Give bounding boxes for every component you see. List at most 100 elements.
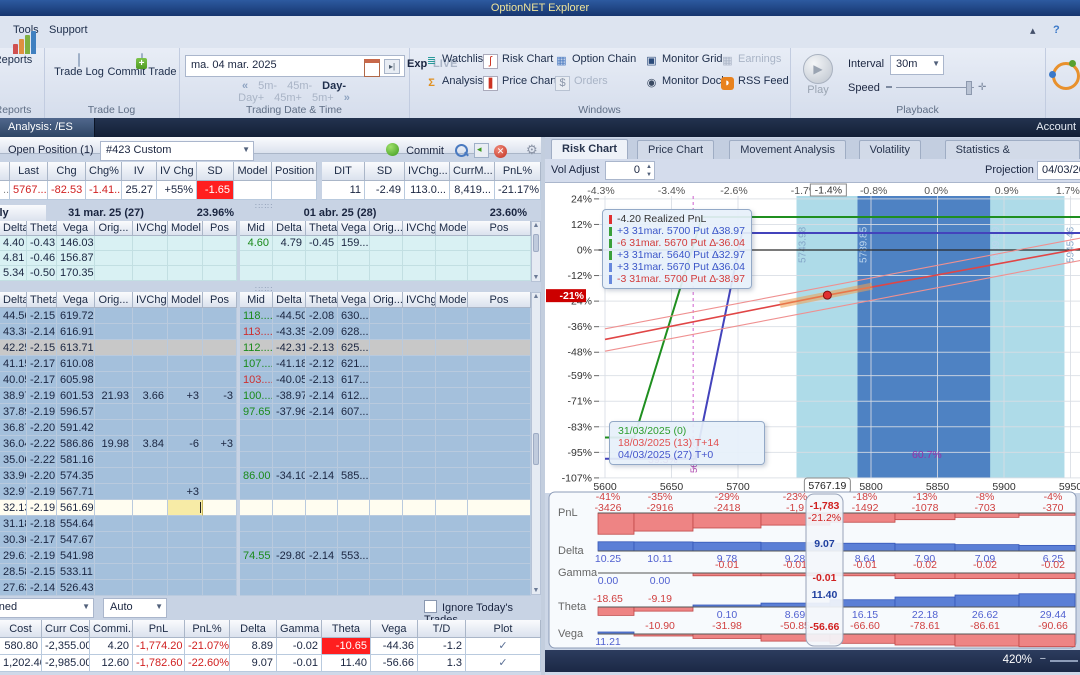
- scroll-down-icon[interactable]: ▼: [532, 587, 540, 594]
- commit-button[interactable]: Commit: [386, 143, 444, 157]
- status-bar: 420% −: [545, 650, 1080, 672]
- projection-date-input[interactable]: 04/03/2025: [1037, 161, 1080, 180]
- svg-text:-0.02: -0.02: [913, 559, 937, 571]
- legend-leg-delta: -38.97: [715, 273, 745, 285]
- cell: [240, 420, 273, 436]
- svg-text:-36%: -36%: [567, 321, 592, 333]
- cell: 628....: [338, 324, 370, 340]
- scroll-down-icon[interactable]: ▼: [532, 274, 540, 281]
- time-nav-[interactable]: «: [242, 80, 248, 92]
- scrollbar-vertical[interactable]: ▲ ▼: [531, 292, 541, 595]
- svg-text:Delta: Delta: [558, 545, 585, 557]
- legend-leg-delta: -36.04: [715, 261, 745, 273]
- commit-trade-button[interactable]: + Commit Trade: [106, 53, 178, 78]
- combined-select[interactable]: Combined ▼: [0, 598, 94, 618]
- account-label[interactable]: Account: [1036, 121, 1076, 133]
- window-toggle-orders[interactable]: $ Orders: [555, 75, 608, 91]
- scrollbar-thumb[interactable]: [533, 433, 539, 465]
- app-logo-icon: [1049, 60, 1080, 90]
- tab-risk-chart[interactable]: Risk Chart: [551, 139, 629, 160]
- window-toggle-monitor-dock[interactable]: ◉ Monitor Dock: [645, 75, 727, 90]
- vol-adjust-spinner[interactable]: 0 ▲ ▼: [605, 161, 655, 180]
- window-toggle-earnings[interactable]: ▦ Earnings: [721, 53, 781, 68]
- gear-icon[interactable]: ⚙: [526, 142, 538, 158]
- time-nav-5m[interactable]: 5m-: [258, 80, 277, 92]
- cell: [370, 548, 403, 564]
- time-nav-Day[interactable]: Day+: [238, 92, 264, 104]
- search-icon[interactable]: [455, 144, 468, 158]
- tab-statistics-fundamentals[interactable]: Statistics & Fundamentals: [944, 140, 1080, 174]
- svg-text:-2916: -2916: [647, 502, 674, 514]
- scrollbar-vertical[interactable]: ▲ ▼: [531, 221, 541, 282]
- cell: 4.81: [0, 251, 27, 266]
- strategy-select[interactable]: #423 Custom ▼: [100, 141, 254, 161]
- cell: -2.08: [306, 308, 338, 324]
- play-button[interactable]: ▶ Play: [798, 54, 838, 96]
- col-header-Pos: Pos: [468, 221, 531, 236]
- export-icon[interactable]: ◂: [474, 143, 489, 158]
- menu-support[interactable]: Support: [49, 24, 88, 36]
- panel-splitter[interactable]: [541, 137, 545, 675]
- time-nav-[interactable]: »: [344, 92, 350, 104]
- help-icon[interactable]: ?: [1053, 24, 1060, 36]
- tab-volatility[interactable]: Volatility: [858, 140, 921, 159]
- time-nav-5m[interactable]: 5m+: [312, 92, 334, 104]
- speed-slider-handle[interactable]: [966, 81, 972, 95]
- window-toggle-price-chart[interactable]: ❚ Price Chart: [483, 75, 557, 91]
- cell: [273, 484, 306, 500]
- window-toggle-watchlist[interactable]: ≣ Watchlist: [425, 53, 486, 68]
- spinner-up-icon[interactable]: ▲ ▼: [646, 163, 652, 179]
- window-toggle-risk-chart[interactable]: ʃ Risk Chart: [483, 53, 553, 69]
- zoom-slider[interactable]: [1050, 660, 1078, 662]
- expiry-iv-1: 23.96%: [196, 207, 234, 219]
- svg-text:-18.65: -18.65: [593, 593, 623, 605]
- tab-price-chart[interactable]: Price Chart: [637, 140, 715, 159]
- cell: 159....: [338, 236, 370, 251]
- tab-analysis-es[interactable]: Analysis: /ES: [0, 118, 95, 137]
- annotation-line: 04/03/2025 (27) T+0: [618, 449, 714, 461]
- zoom-out-icon[interactable]: −: [1040, 653, 1046, 665]
- cell: 103....: [240, 372, 273, 388]
- next-session-icon[interactable]: ▸|: [384, 59, 400, 74]
- speed-slider-track[interactable]: [896, 87, 974, 88]
- speed-minus[interactable]: [886, 86, 892, 88]
- time-nav-45m[interactable]: 45m-: [287, 80, 312, 92]
- close-position-icon[interactable]: ✕: [494, 143, 507, 158]
- time-nav-45m[interactable]: 45m+: [274, 92, 302, 104]
- scrollbar-thumb[interactable]: [533, 234, 539, 252]
- cell: [370, 356, 403, 372]
- interval-select[interactable]: 30m ▼: [890, 55, 944, 75]
- window-toggle-analysis[interactable]: Σ Analysis: [425, 75, 483, 90]
- time-nav-Day[interactable]: Day-: [322, 80, 346, 92]
- svg-text:-1492: -1492: [852, 502, 879, 514]
- cell: 170.35: [57, 266, 95, 281]
- tab-movement-analysis[interactable]: Movement Analysis: [729, 140, 846, 159]
- window-toggle-monitor-grid[interactable]: ▣ Monitor Grid: [645, 53, 722, 68]
- speed-plus[interactable]: ✛: [978, 82, 986, 93]
- collapse-ribbon-icon[interactable]: ▴: [1030, 24, 1036, 37]
- col-header-Model: Model: [436, 292, 468, 308]
- window-toggle-option-chain[interactable]: ▦ Option Chain: [555, 53, 636, 68]
- svg-text:-1.4%: -1.4%: [815, 185, 842, 197]
- auto-select[interactable]: Auto ▼: [103, 598, 167, 618]
- legend-item: +3 31mar. 5700 Put Δ -38.97: [609, 225, 745, 237]
- cell: [468, 388, 531, 404]
- cell: -1,782.60: [133, 655, 185, 672]
- cell: 591.42: [57, 420, 95, 436]
- window-toggle-rss-feed[interactable]: ◗ RSS Feed: [721, 75, 789, 90]
- scroll-up-icon[interactable]: ▲: [532, 222, 540, 229]
- scroll-up-icon[interactable]: ▲: [532, 293, 540, 300]
- cell: [306, 564, 338, 580]
- cell: 25.27: [122, 181, 157, 200]
- cell: [436, 372, 468, 388]
- calendar-icon[interactable]: [364, 59, 380, 77]
- col-header-IV Chg: IV Chg: [157, 162, 197, 181]
- cell: +3: [168, 388, 203, 404]
- trade-log-button[interactable]: Trade Log: [50, 53, 108, 78]
- legend-item: -6 31mar. 5670 Put Δ -36.04: [609, 237, 745, 249]
- reports-button[interactable]: Reports: [0, 31, 42, 66]
- trading-date-input[interactable]: ma. 04 mar. 2025 ▸|: [185, 55, 405, 77]
- col-header-blank: [0, 162, 10, 181]
- cell: -10.65: [322, 638, 371, 655]
- cell: [468, 324, 531, 340]
